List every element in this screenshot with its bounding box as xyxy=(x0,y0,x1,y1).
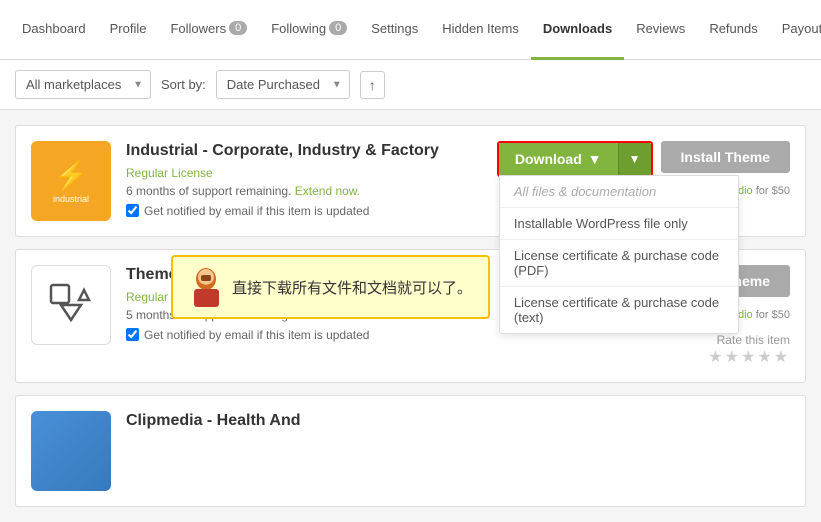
industrial-label: industrial xyxy=(53,194,89,204)
nav-downloads[interactable]: Downloads xyxy=(531,0,624,60)
tooltip-overlay: 直接下载所有文件和文档就可以了。 xyxy=(171,255,490,319)
top-navigation: Dashboard Profile Followers 0 Following … xyxy=(0,0,821,60)
clipmedia-title: Clipmedia - Health And xyxy=(126,411,790,432)
industrial-download-group: Download ▼ ▼ All files & documentation I… xyxy=(497,141,653,177)
main-content: ⚡ industrial Industrial - Corporate, Ind… xyxy=(0,110,821,522)
star-rating[interactable]: ★★★★★ xyxy=(708,347,790,367)
dd-wp-file[interactable]: Installable WordPress file only xyxy=(500,208,738,240)
sort-by-label: Sort by: xyxy=(161,77,206,92)
nav-followers[interactable]: Followers 0 xyxy=(158,0,259,60)
industrial-extend-link[interactable]: Extend now. xyxy=(295,184,360,198)
industrial-install-theme-button[interactable]: Install Theme xyxy=(661,141,790,173)
nav-payouts[interactable]: Payouts xyxy=(770,0,821,60)
dd-all-files[interactable]: All files & documentation xyxy=(500,176,738,208)
clipmedia-thumbnail xyxy=(31,411,111,491)
tooltip-avatar xyxy=(189,267,224,307)
industrial-notify-checkbox[interactable] xyxy=(126,204,139,217)
shapes-thumbnail xyxy=(31,265,111,345)
sort-asc-button[interactable]: ↑ xyxy=(360,71,385,99)
industrial-support: 6 months of support remaining. Extend no… xyxy=(126,184,482,198)
download-label: Download xyxy=(515,151,582,167)
shapes-notify-checkbox[interactable] xyxy=(126,328,139,341)
dd-cert-text[interactable]: License certificate & purchase code (tex… xyxy=(500,287,738,333)
item-card-industrial: ⚡ industrial Industrial - Corporate, Ind… xyxy=(15,125,806,237)
industrial-support-text: 6 months of support remaining. xyxy=(126,184,291,198)
tooltip-text: 直接下载所有文件和文档就可以了。 xyxy=(232,277,472,298)
industrial-title: Industrial - Corporate, Industry & Facto… xyxy=(126,141,482,162)
industrial-bolt-icon: ⚡ xyxy=(54,159,89,192)
shapes-notify-label: Get notified by email if this item is up… xyxy=(144,328,369,342)
nav-dashboard[interactable]: Dashboard xyxy=(10,0,98,60)
nav-following[interactable]: Following 0 xyxy=(259,0,359,60)
shapes-svg xyxy=(46,280,96,330)
clipmedia-info: Clipmedia - Health And xyxy=(126,411,790,436)
industrial-download-button[interactable]: Download ▼ xyxy=(499,143,618,175)
followers-badge: 0 xyxy=(229,21,247,35)
nav-refunds[interactable]: Refunds xyxy=(697,0,769,60)
nav-hidden-items[interactable]: Hidden Items xyxy=(430,0,531,60)
industrial-actions: Download ▼ ▼ All files & documentation I… xyxy=(497,141,790,197)
nav-reviews[interactable]: Reviews xyxy=(624,0,697,60)
marketplace-select-wrapper: All marketplaces ▼ xyxy=(15,70,151,99)
nav-profile[interactable]: Profile xyxy=(98,0,159,60)
item-card-clipmedia: Clipmedia - Health And xyxy=(15,395,806,507)
rate-section: Rate this item ★★★★★ xyxy=(708,333,790,367)
nav-followers-label: Followers xyxy=(170,21,226,36)
marketplace-select[interactable]: All marketplaces xyxy=(15,70,151,99)
industrial-download-arrow[interactable]: ▼ xyxy=(618,143,651,175)
nav-following-label: Following xyxy=(271,21,326,36)
dd-cert-pdf[interactable]: License certificate & purchase code (PDF… xyxy=(500,240,738,287)
download-icon: ▼ xyxy=(588,151,602,167)
industrial-info: Industrial - Corporate, Industry & Facto… xyxy=(126,141,482,218)
filter-toolbar: All marketplaces ▼ Sort by: Date Purchas… xyxy=(0,60,821,110)
sort-select[interactable]: Date Purchased xyxy=(216,70,350,99)
following-badge: 0 xyxy=(329,21,347,35)
industrial-notify-label: Get notified by email if this item is up… xyxy=(144,204,369,218)
download-dropdown: All files & documentation Installable Wo… xyxy=(499,175,739,334)
industrial-notify: Get notified by email if this item is up… xyxy=(126,204,482,218)
industrial-thumbnail: ⚡ industrial xyxy=(31,141,111,221)
nav-settings[interactable]: Settings xyxy=(359,0,430,60)
industrial-license[interactable]: Regular License xyxy=(126,166,482,180)
shapes-notify: Get notified by email if this item is up… xyxy=(126,328,507,342)
rate-label: Rate this item xyxy=(708,333,790,347)
sort-select-wrapper: Date Purchased ▼ xyxy=(216,70,350,99)
